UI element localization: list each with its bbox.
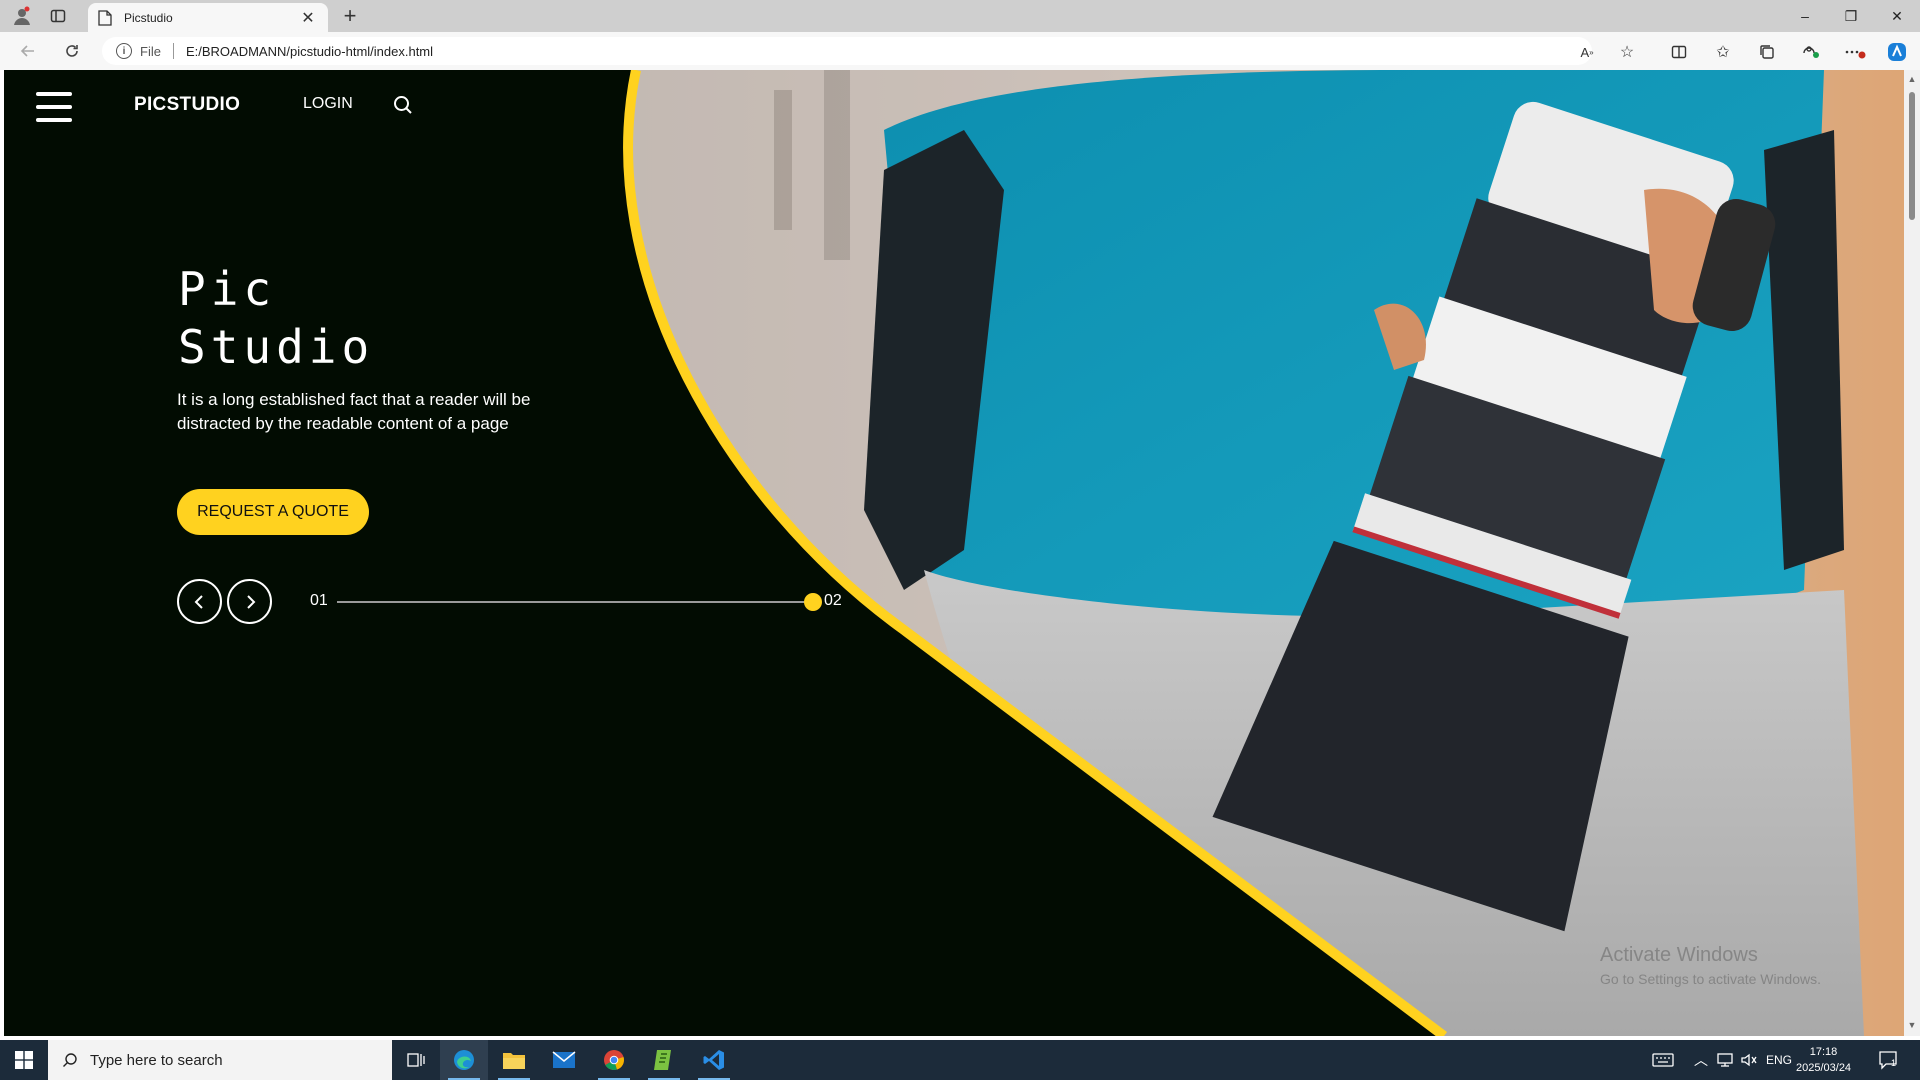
url-scheme: File — [140, 43, 161, 59]
show-hidden-icons-chevron-icon[interactable]: ︿ — [1694, 1040, 1708, 1080]
taskbar-clock[interactable]: 17:18 2025/03/24 — [1796, 1044, 1851, 1076]
hero-title-line2: Studio — [178, 320, 375, 374]
profile-icon[interactable] — [10, 4, 34, 28]
slider-prev-button[interactable] — [177, 579, 222, 624]
collections-icon[interactable] — [1756, 41, 1778, 63]
watermark-subtitle: Go to Settings to activate Windows. — [1600, 971, 1821, 987]
login-link[interactable]: LOGIN — [303, 95, 353, 113]
address-bar-row: i File E:/BROADMANN/picstudio-html/index… — [0, 32, 1920, 70]
clock-time: 17:18 — [1809, 1046, 1838, 1058]
browser-tab-strip: Picstudio ✕ + – ❐ ✕ — [0, 0, 1920, 32]
hamburger-menu-icon[interactable] — [36, 92, 72, 122]
volume-muted-icon[interactable] — [1740, 1040, 1758, 1080]
keyboard-tray-icon[interactable] — [1652, 1040, 1674, 1080]
close-window-button[interactable]: ✕ — [1874, 0, 1920, 32]
network-icon[interactable] — [1716, 1040, 1734, 1080]
taskbar-search-icon — [63, 1053, 77, 1067]
slide-current-number: 01 — [310, 592, 328, 609]
watermark-title: Activate Windows — [1600, 944, 1758, 966]
slide-progress-track — [337, 601, 817, 603]
reload-icon — [66, 45, 78, 57]
notification-count: 1 — [1891, 1058, 1897, 1068]
windows-taskbar: Type here to search ︿ ENG 17:18 2025/03/… — [0, 1040, 1920, 1080]
new-tab-button[interactable]: + — [338, 3, 362, 28]
browser-tab-active[interactable]: Picstudio ✕ — [88, 3, 328, 32]
split-screen-icon[interactable] — [1668, 41, 1690, 63]
scroll-up-arrow-icon[interactable]: ▲ — [1907, 74, 1917, 84]
restore-button[interactable]: ❐ — [1828, 0, 1874, 32]
copilot-icon[interactable] — [1886, 41, 1908, 63]
input-language[interactable]: ENG — [1766, 1040, 1792, 1080]
more-options-icon[interactable] — [1844, 41, 1866, 63]
vscode-icon[interactable] — [690, 1040, 738, 1080]
hero-title-line1: Pic — [178, 262, 277, 316]
minimize-button[interactable]: – — [1782, 0, 1828, 32]
slide-next-number: 02 — [824, 592, 842, 609]
tab-close-icon[interactable]: ✕ — [298, 8, 318, 28]
taskbar-search-box[interactable]: Type here to search — [48, 1040, 392, 1080]
search-icon[interactable] — [392, 94, 414, 116]
hero-title: Pic Studio — [178, 260, 374, 376]
task-view-icon[interactable] — [392, 1040, 440, 1080]
tab-actions-icon[interactable] — [46, 4, 70, 28]
clock-date: 2025/03/24 — [1796, 1062, 1852, 1074]
windows-start-icon[interactable] — [0, 1040, 48, 1080]
edge-taskbar-icon[interactable] — [440, 1040, 488, 1080]
taskbar-search-placeholder: Type here to search — [90, 1051, 223, 1069]
reload-button[interactable] — [58, 39, 86, 63]
activate-windows-watermark: Activate Windows Go to Settings to activ… — [1600, 944, 1821, 987]
mail-icon[interactable] — [540, 1040, 588, 1080]
scroll-down-arrow-icon[interactable]: ▼ — [1907, 1020, 1917, 1030]
read-aloud-label: A — [1580, 44, 1590, 60]
chevron-left-icon — [194, 594, 203, 609]
slider-next-button[interactable] — [227, 579, 272, 624]
tab-title: Picstudio — [124, 10, 173, 25]
request-quote-button[interactable]: REQUEST A QUOTE — [177, 489, 369, 535]
back-button[interactable] — [14, 39, 42, 63]
favorite-star-icon[interactable]: ☆ — [1616, 41, 1638, 63]
url-field[interactable]: i File E:/BROADMANN/picstudio-html/index… — [102, 37, 1592, 65]
slide-progress-handle[interactable] — [804, 593, 822, 611]
extensions-icon[interactable] — [1800, 41, 1822, 63]
page-icon — [98, 9, 112, 26]
hero-description: It is a long established fact that a rea… — [177, 390, 531, 433]
notification-center-icon[interactable]: 1 — [1878, 1040, 1897, 1080]
brand-logo[interactable]: PICSTUDIO — [134, 94, 240, 116]
url-text[interactable]: E:/BROADMANN/picstudio-html/index.html — [186, 44, 433, 59]
page-scrollbar[interactable]: ▲ ▼ — [1904, 70, 1920, 1036]
back-arrow-icon — [20, 45, 34, 57]
read-aloud-icon[interactable]: A» — [1576, 41, 1598, 63]
file-explorer-icon[interactable] — [490, 1040, 538, 1080]
chevron-right-icon — [246, 594, 255, 609]
site-info-icon[interactable]: i — [116, 43, 132, 59]
notepad-plus-icon[interactable] — [640, 1040, 688, 1080]
page-viewport: PICSTUDIO LOGIN Pic Studio It is a long … — [4, 70, 1904, 1036]
scrollbar-thumb[interactable] — [1909, 92, 1915, 220]
hero-camera-photo — [623, 70, 1904, 1036]
chrome-icon[interactable] — [590, 1040, 638, 1080]
url-divider — [172, 43, 174, 59]
favorites-icon[interactable]: ✩ — [1712, 41, 1734, 63]
